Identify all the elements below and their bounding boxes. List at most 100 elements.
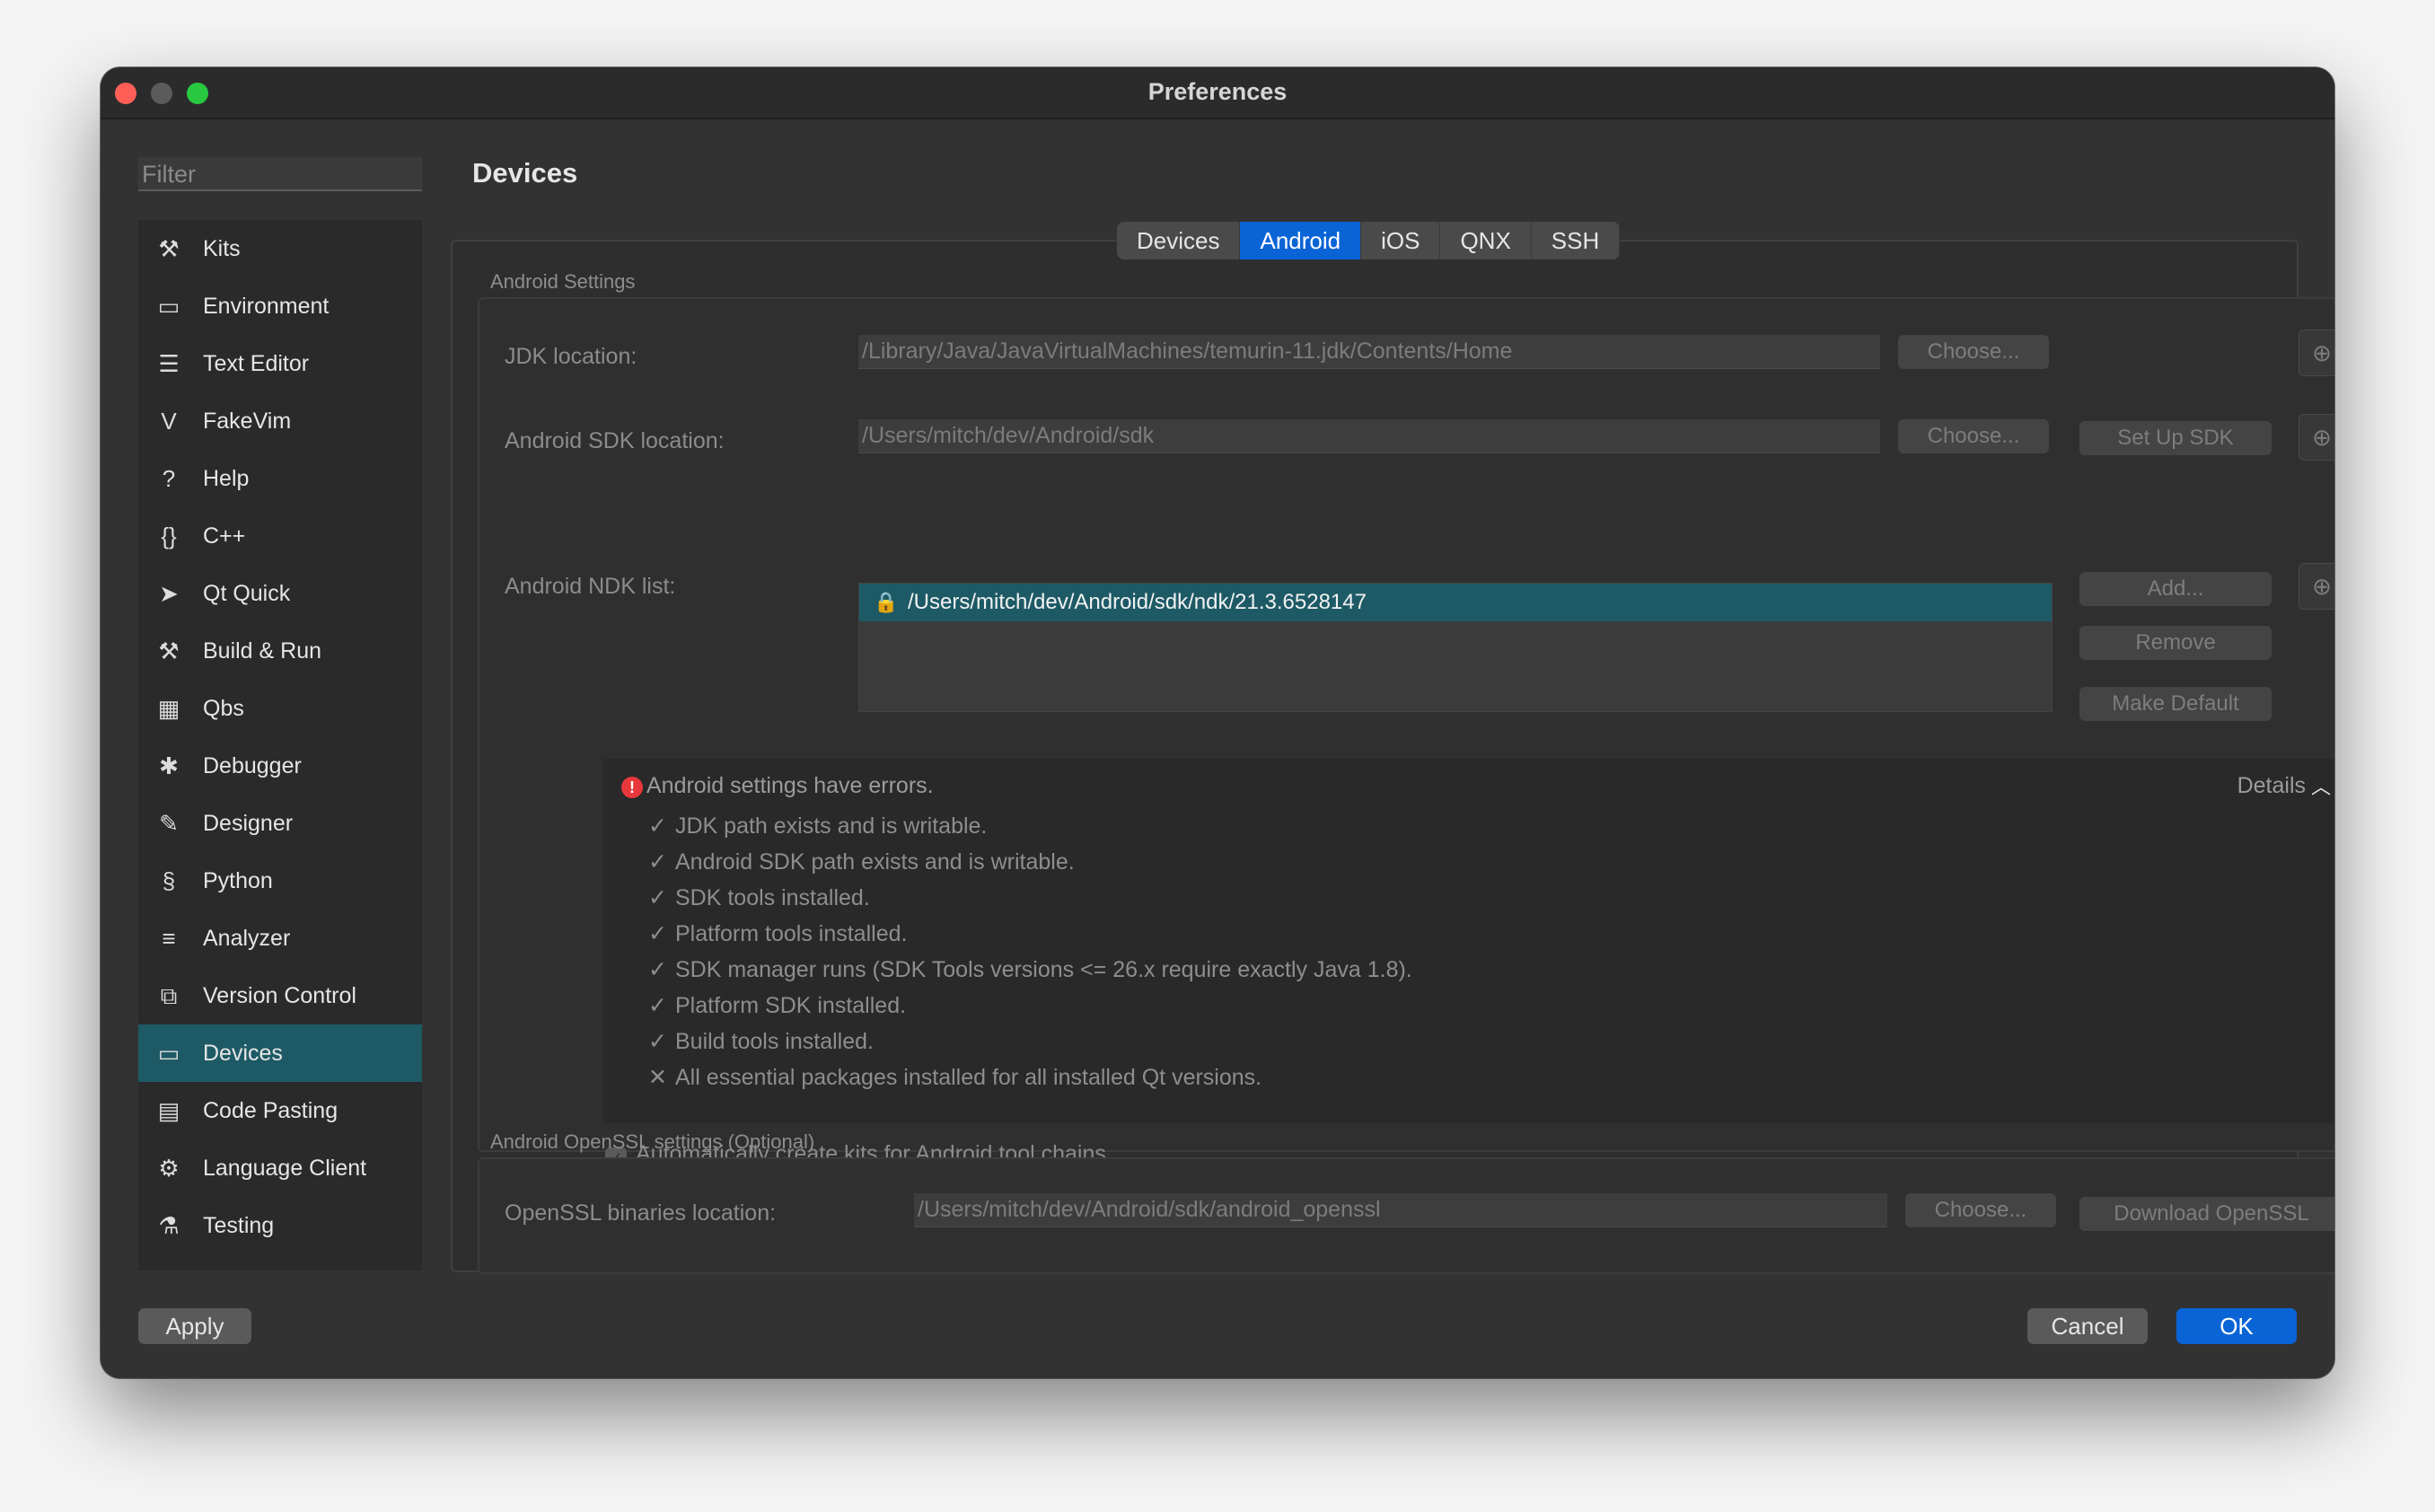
check-row: ✓ Platform tools installed. bbox=[648, 920, 907, 947]
sidebar-item-label: Analyzer bbox=[203, 926, 291, 951]
sidebar: ⚒ Kits ▭ Environment ☰ Text Editor V FakeVim? He… bbox=[138, 220, 422, 1270]
sidebar-item-fakevim[interactable]: V FakeVim bbox=[138, 392, 422, 450]
ndk-make-default-button[interactable]: Make Default bbox=[2079, 687, 2272, 721]
checkmark-icon: ✓ bbox=[648, 885, 667, 910]
sidebar-item-qt-quick[interactable]: ➤ Qt Quick bbox=[138, 565, 422, 622]
download-openssl-button[interactable]: Download OpenSSL bbox=[2079, 1197, 2334, 1231]
sidebar-item-label: Qbs bbox=[203, 696, 244, 721]
kits-icon: ⚒ bbox=[158, 235, 180, 262]
check-text: Build tools installed. bbox=[675, 1029, 874, 1054]
checkmark-icon: ✓ bbox=[648, 813, 667, 839]
ndk-path: /Users/mitch/dev/Android/sdk/ndk/21.3.65… bbox=[908, 590, 1367, 614]
openssl-location-field[interactable]: /Users/mitch/dev/Android/sdk/android_ope… bbox=[914, 1193, 1887, 1227]
sidebar-item-label: Environment bbox=[203, 294, 330, 319]
sidebar-item-build-run[interactable]: ⚒ Build & Run bbox=[138, 622, 422, 680]
tab-android[interactable]: Android bbox=[1240, 222, 1362, 259]
ndk-remove-button[interactable]: Remove bbox=[2079, 626, 2272, 660]
page-title: Devices bbox=[472, 157, 578, 189]
tab-devices[interactable]: Devices bbox=[1117, 222, 1241, 259]
tab-qnx[interactable]: QNX bbox=[1440, 222, 1532, 259]
sidebar-item-environment[interactable]: ▭ Environment bbox=[138, 277, 422, 335]
sidebar-item-label: Designer bbox=[203, 811, 294, 836]
sdk-download-globe-icon[interactable]: ⊕ bbox=[2299, 414, 2334, 461]
sidebar-item-designer[interactable]: ✎ Designer bbox=[138, 795, 422, 852]
sidebar-item-kits[interactable]: ⚒ Kits bbox=[138, 220, 422, 277]
android-sdk-location-label: Android SDK location: bbox=[505, 428, 725, 453]
check-text: SDK tools installed. bbox=[675, 885, 870, 910]
openssl-choose-button[interactable]: Choose... bbox=[1905, 1193, 2056, 1227]
window-title: Preferences bbox=[1147, 78, 1288, 105]
set-up-sdk-button[interactable]: Set Up SDK bbox=[2079, 421, 2272, 455]
check-text: Platform tools installed. bbox=[675, 921, 908, 946]
sidebar-item-python[interactable]: § Python bbox=[138, 852, 422, 910]
tab-ssh[interactable]: SSH bbox=[1532, 222, 1621, 259]
ndk-add-button[interactable]: Add... bbox=[2079, 572, 2272, 606]
language-client-icon: ⚙ bbox=[158, 1155, 180, 1182]
ndk-download-globe-icon[interactable]: ⊕ bbox=[2299, 563, 2334, 610]
sidebar-item-text-editor[interactable]: ☰ Text Editor bbox=[138, 335, 422, 392]
ndk-list[interactable]: 🔒 /Users/mitch/dev/Android/sdk/ndk/21.3.… bbox=[858, 583, 2053, 712]
sidebar-item-c-[interactable]: {} C++ bbox=[138, 507, 422, 565]
paper-plane-icon: ➤ bbox=[159, 580, 179, 607]
help-icon: ? bbox=[162, 465, 176, 492]
pencil-icon: ✎ bbox=[159, 810, 179, 837]
sidebar-item-label: Kits bbox=[203, 236, 241, 261]
ok-button[interactable]: OK bbox=[2176, 1308, 2297, 1344]
sidebar-item-label: Help bbox=[203, 466, 250, 491]
sidebar-item-label: Devices bbox=[203, 1041, 283, 1066]
monitor-icon: ▭ bbox=[157, 293, 180, 320]
sidebar-item-code-pasting[interactable]: ▤ Code Pasting bbox=[138, 1082, 422, 1139]
jdk-download-globe-icon[interactable]: ⊕ bbox=[2299, 330, 2334, 376]
check-text: SDK manager runs (SDK Tools versions <= … bbox=[675, 957, 1412, 982]
sidebar-item-debugger[interactable]: ✱ Debugger bbox=[138, 737, 422, 795]
tab-ios[interactable]: iOS bbox=[1361, 222, 1441, 259]
sidebar-item-label: FakeVim bbox=[203, 409, 292, 434]
filter-input[interactable]: Filter bbox=[138, 157, 422, 191]
details-toggle[interactable]: Details bbox=[2237, 773, 2306, 799]
check-text: Platform SDK installed. bbox=[675, 993, 907, 1018]
ndk-list-item[interactable]: 🔒 /Users/mitch/dev/Android/sdk/ndk/21.3.… bbox=[859, 584, 2052, 621]
sidebar-item-label: Qt Quick bbox=[203, 581, 291, 606]
sidebar-item-version-control[interactable]: ⧉ Version Control bbox=[138, 967, 422, 1024]
sidebar-item-language-client[interactable]: ⚙ Language Client bbox=[138, 1139, 422, 1197]
check-row: ✕ All essential packages installed for al… bbox=[648, 1064, 1261, 1091]
sidebar-item-qbs[interactable]: ▦ Qbs bbox=[138, 680, 422, 737]
check-text: All essential packages installed for all… bbox=[675, 1065, 1262, 1090]
sidebar-item-label: Text Editor bbox=[203, 351, 310, 376]
cancel-button[interactable]: Cancel bbox=[2027, 1308, 2148, 1344]
tab-bar: Devices Android iOS QNX SSH bbox=[1117, 222, 1621, 259]
jdk-location-label: JDK location: bbox=[505, 344, 637, 369]
check-row: ✓ JDK path exists and is writable. bbox=[648, 813, 987, 840]
jdk-choose-button[interactable]: Choose... bbox=[1898, 335, 2049, 369]
check-row: ✓ Platform SDK installed. bbox=[648, 992, 906, 1019]
checkmark-icon: ✓ bbox=[648, 921, 667, 946]
sidebar-item-label: Testing bbox=[203, 1213, 275, 1238]
grid-icon: ▦ bbox=[157, 695, 180, 722]
clipboard-icon: ▤ bbox=[157, 1097, 180, 1124]
android-ndk-list-label: Android NDK list: bbox=[505, 574, 676, 599]
jdk-location-field[interactable]: /Library/Java/JavaVirtualMachines/temuri… bbox=[858, 335, 1880, 369]
sidebar-item-devices[interactable]: ▭ Devices bbox=[138, 1024, 422, 1082]
sidebar-item-label: Language Client bbox=[203, 1156, 367, 1181]
hammer-icon: ⚒ bbox=[158, 637, 180, 664]
text-editor-icon: ☰ bbox=[158, 350, 180, 377]
lock-icon: 🔒 bbox=[874, 591, 899, 613]
check-text: Android SDK path exists and is writable. bbox=[675, 849, 1075, 875]
sidebar-item-analyzer[interactable]: ≡ Analyzer bbox=[138, 910, 422, 967]
devices-icon: ▭ bbox=[157, 1040, 180, 1067]
check-row: ✓ SDK tools installed. bbox=[648, 884, 870, 911]
sidebar-item-testing[interactable]: ⚗ Testing bbox=[138, 1197, 422, 1254]
android-sdk-location-field[interactable]: /Users/mitch/dev/Android/sdk bbox=[858, 419, 1880, 453]
sidebar-item-label: Build & Run bbox=[203, 638, 322, 664]
fakevim-icon: V bbox=[161, 408, 177, 435]
title-bar: Preferences bbox=[101, 67, 2334, 119]
sdk-choose-button[interactable]: Choose... bbox=[1898, 419, 2049, 453]
sidebar-item-help[interactable]: ? Help bbox=[138, 450, 422, 507]
apply-button[interactable]: Apply bbox=[138, 1308, 251, 1344]
error-icon: ! bbox=[621, 777, 643, 798]
check-row: ✓ Build tools installed. bbox=[648, 1028, 874, 1055]
flask-icon: ⚗ bbox=[158, 1212, 180, 1239]
chevron-up-icon[interactable]: ︿ bbox=[2311, 771, 2331, 800]
cross-icon: ✕ bbox=[648, 1065, 667, 1090]
android-settings-group-title: Android Settings bbox=[490, 270, 636, 293]
